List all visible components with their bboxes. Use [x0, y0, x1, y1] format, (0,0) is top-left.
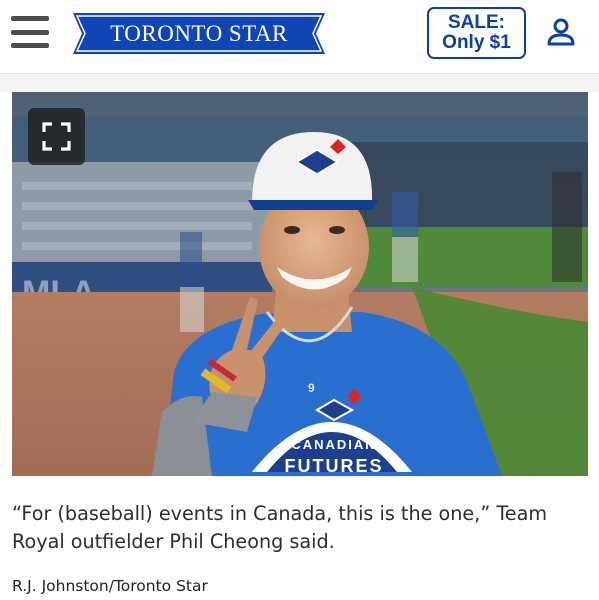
fullscreen-expand-button[interactable] [28, 108, 85, 165]
necklace-number: 9 [308, 381, 315, 395]
toronto-star-logo[interactable]: TORONTO STAR [73, 13, 325, 54]
subscribe-sale-button[interactable]: SALE: Only $1 [427, 7, 526, 59]
photo-credit: R.J. Johnston/Toronto Star [12, 577, 208, 595]
expand-icon [42, 122, 71, 151]
sale-label: SALE: [448, 12, 505, 33]
photo-illustration: MLA CANADIAN FUTURES 9 [12, 92, 588, 476]
jersey-text-canadian: CANADIAN [291, 437, 376, 452]
site-header: TORONTO STAR SALE: Only $1 [0, 0, 599, 74]
logo-text: TORONTO STAR [110, 20, 288, 46]
jersey-text-futures: FUTURES [285, 456, 384, 476]
user-account-icon[interactable] [545, 16, 577, 48]
article-photo[interactable]: MLA CANADIAN FUTURES 9 [12, 92, 588, 476]
sale-price: Only $1 [442, 32, 511, 53]
header-divider [0, 74, 599, 92]
menu-icon[interactable] [11, 16, 49, 48]
photo-caption: “For (baseball) events in Canada, this i… [12, 502, 548, 553]
